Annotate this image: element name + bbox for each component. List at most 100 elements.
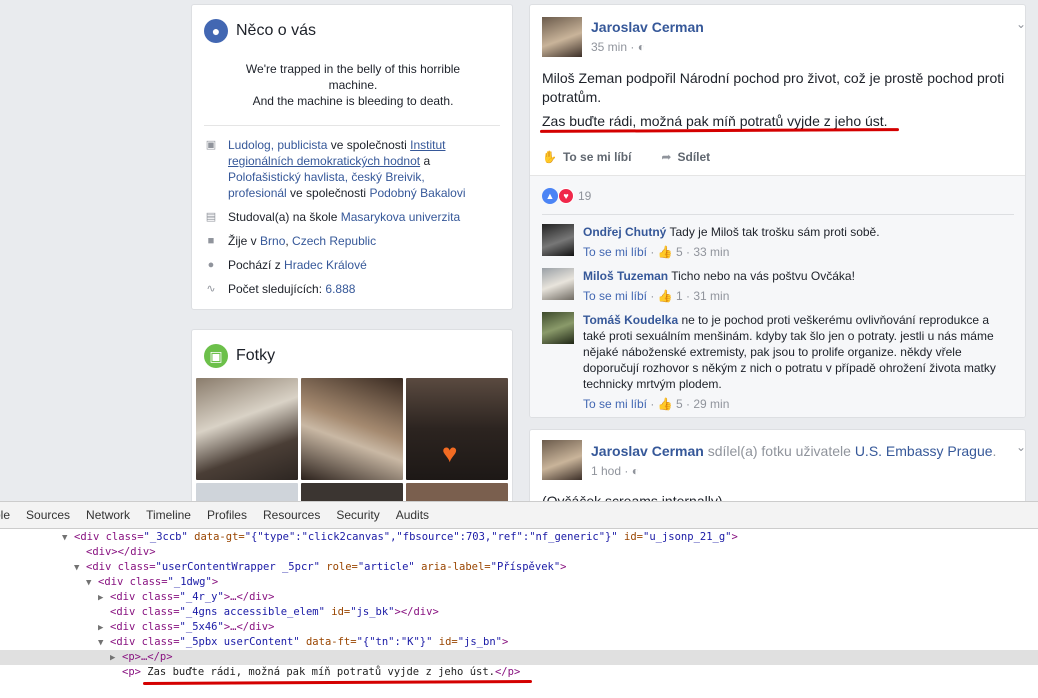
devtools-tabs: ole Sources Network Timeline Profiles Re… <box>0 502 1038 529</box>
collapse-triangle-icon[interactable]: ▶ <box>98 621 110 636</box>
comment-author[interactable]: Ondřej Chutný <box>583 225 666 239</box>
share-button[interactable]: ➦ Sdílet <box>661 150 710 164</box>
quote-line: We're trapped in the belly of this horri… <box>245 62 461 76</box>
dom-node[interactable]: ▶ <div class="_5x46">…</div> <box>98 620 274 635</box>
post-author[interactable]: Jaroslav Cerman <box>591 19 704 35</box>
comment-text: Ticho nebo na vás poštvu Ovčáka! <box>671 269 855 283</box>
photo-thumbnail[interactable]: ♥ <box>406 378 508 480</box>
comment-time[interactable]: 31 min <box>693 289 729 303</box>
attr-value: "_5x46" <box>179 621 224 633</box>
thumbs-up-icon: 👍 <box>657 289 673 303</box>
thumbs-up-icon: ✋ <box>542 150 557 164</box>
dom-node[interactable]: <div></div> <box>86 545 156 560</box>
residence-prefix: Žije v <box>228 234 261 248</box>
photo-icon: ▣ <box>204 344 228 368</box>
dom-node-selected[interactable]: ▶ <p>…</p> <box>0 650 1038 665</box>
comment-footer: To se mi líbí · 👍 5 · 29 min <box>583 397 730 411</box>
photo-thumbnail[interactable] <box>196 378 298 480</box>
photos-card: ▣ Fotky ♥ <box>191 329 513 504</box>
city-link[interactable]: Brno <box>260 234 285 248</box>
comment-like-button[interactable]: To se mi líbí <box>583 289 647 303</box>
avatar[interactable] <box>542 17 582 57</box>
org-link[interactable]: Podobný Bakalovi <box>369 186 465 200</box>
tag-close: >…</div> <box>223 621 275 633</box>
collapse-triangle-icon[interactable]: ▶ <box>110 651 122 666</box>
photos-title: Fotky <box>236 347 276 364</box>
attr-name: aria-label= <box>414 561 491 573</box>
like-button[interactable]: ✋ To se mi líbí <box>542 150 631 164</box>
comments-section: ▲ ♥ 19 Ondřej Chutný Tady je Miloš tak t… <box>530 175 1025 417</box>
tab-security[interactable]: Security <box>328 508 387 522</box>
dom-node[interactable]: ▼ <div class="_1dwg"> <box>86 575 218 590</box>
like-label: To se mi líbí <box>562 150 632 164</box>
comment-time[interactable]: 29 min <box>693 397 729 411</box>
tab-console[interactable]: ole <box>0 508 18 522</box>
tag-name: <div class= <box>98 576 168 588</box>
comment-author[interactable]: Miloš Tuzeman <box>583 269 668 283</box>
comment-author[interactable]: Tomáš Koudelka <box>583 313 678 327</box>
dom-node[interactable]: ▶ <div class="_4r_y">…</div> <box>98 590 274 605</box>
page-link[interactable]: U.S. Embassy Prague <box>855 443 993 459</box>
country-link[interactable]: Czech Republic <box>292 234 376 248</box>
tag-name: <p> <box>122 666 141 678</box>
reactions-summary[interactable]: ▲ ♥ 19 <box>542 188 591 204</box>
tag-name: <div class= <box>74 531 144 543</box>
comment-text: Tady je Miloš tak trošku sám proti sobě. <box>669 225 880 239</box>
attr-value: "Příspěvek" <box>490 561 561 573</box>
dom-node[interactable]: <div class="_4gns accessible_elem" id="j… <box>110 605 439 620</box>
devtools-panel: ole Sources Network Timeline Profiles Re… <box>0 501 1038 698</box>
expand-triangle-icon[interactable]: ▼ <box>62 531 74 546</box>
tab-sources[interactable]: Sources <box>18 508 78 522</box>
tab-profiles[interactable]: Profiles <box>199 508 255 522</box>
tag-name: <div class= <box>110 621 180 633</box>
text-node: Zas buďte rádi, možná pak míň potratů vy… <box>140 666 495 678</box>
post-time[interactable]: 35 min <box>591 40 627 54</box>
tab-resources[interactable]: Resources <box>255 508 328 522</box>
tab-timeline[interactable]: Timeline <box>138 508 199 522</box>
post-time[interactable]: 1 hod <box>591 464 621 478</box>
expand-triangle-icon[interactable]: ▼ <box>98 636 110 651</box>
dom-node[interactable]: ▼ <div class="_5pbx userContent" data-ft=… <box>98 635 508 650</box>
tag-close: > <box>501 636 509 648</box>
post-author[interactable]: Jaroslav Cerman <box>591 443 704 459</box>
collapse-triangle-icon[interactable]: ▶ <box>98 591 110 606</box>
quote-line: machine. <box>328 78 378 92</box>
comment-like-count: 1 <box>676 289 683 303</box>
followers-prefix: Počet sledujících: <box>228 282 326 296</box>
attr-value: "_5pbx userContent" <box>179 636 300 648</box>
residence-row: ■ Žije v Brno, Czech Republic <box>204 233 504 249</box>
chevron-down-icon[interactable]: ⌄ <box>1016 440 1025 454</box>
photos-header: ▣ Fotky <box>204 344 275 368</box>
dom-node[interactable]: ▼ <div class="_3ccb" data-gt="{"type":"cl… <box>62 530 738 545</box>
post-text: Miloš Zeman podpořil Národní pochod pro … <box>542 70 1005 105</box>
avatar[interactable] <box>542 224 574 256</box>
attr-name: id= <box>432 636 458 648</box>
tag-close: > <box>731 531 738 543</box>
followers-row: ∿ Počet sledujících: 6.888 <box>204 281 504 297</box>
home-icon: ■ <box>207 235 215 247</box>
photo-thumbnail[interactable] <box>301 378 403 480</box>
attr-value: "article" <box>357 561 415 573</box>
hometown-link[interactable]: Hradec Králové <box>284 258 367 272</box>
followers-count[interactable]: 6.888 <box>325 282 355 296</box>
chevron-down-icon[interactable]: ⌄ <box>1016 17 1025 31</box>
expand-triangle-icon[interactable]: ▼ <box>86 576 98 591</box>
post-actions: ✋ To se mi líbí ➦ Sdílet <box>542 150 710 164</box>
comment-time[interactable]: 33 min <box>693 245 729 259</box>
tag-name: <div class= <box>110 636 180 648</box>
school-link[interactable]: Masarykova univerzita <box>341 210 460 224</box>
role-link[interactable]: Ludolog, publicista <box>228 138 327 152</box>
work-text: Ludolog, publicista ve společnosti Insti… <box>228 137 478 201</box>
dom-node[interactable]: ▼ <div class="userContentWrapper _5pcr" r… <box>74 560 567 575</box>
avatar[interactable] <box>542 312 574 344</box>
dom-node[interactable]: <p> Zas buďte rádi, možná pak míň potrat… <box>122 665 520 680</box>
avatar[interactable] <box>542 440 582 480</box>
tab-network[interactable]: Network <box>78 508 138 522</box>
comment-like-button[interactable]: To se mi líbí <box>583 397 647 411</box>
location-pin-icon: ● <box>207 259 215 271</box>
tab-audits[interactable]: Audits <box>388 508 437 522</box>
comment-like-button[interactable]: To se mi líbí <box>583 245 647 259</box>
attr-name: data-ft= <box>299 636 357 648</box>
avatar[interactable] <box>542 268 574 300</box>
expand-triangle-icon[interactable]: ▼ <box>74 561 86 576</box>
